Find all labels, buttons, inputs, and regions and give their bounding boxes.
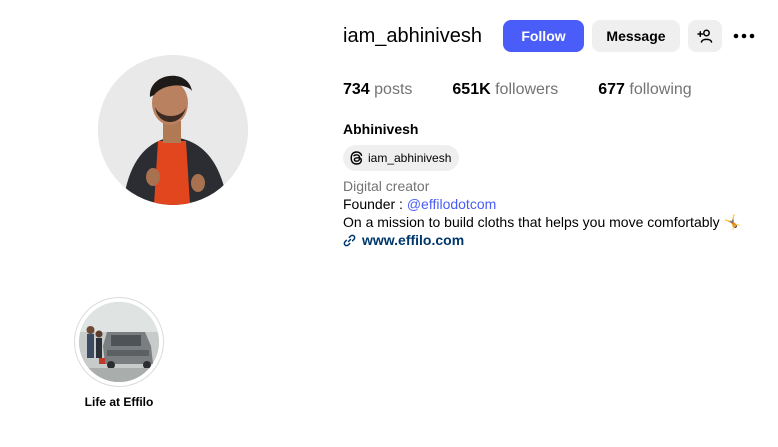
bio-mission: On a mission to build cloths that helps … — [343, 214, 741, 230]
following-label: following — [629, 81, 692, 98]
highlight-label: Life at Effilo — [84, 395, 154, 409]
following-stat[interactable]: 677 following — [598, 81, 691, 99]
person-add-icon — [697, 29, 713, 43]
add-user-button[interactable] — [687, 20, 722, 52]
profile-bio: Digital creator Founder : @effilodotcom … — [343, 177, 741, 249]
link-icon — [343, 234, 356, 246]
posts-stat: 734 posts — [343, 81, 412, 99]
following-count: 677 — [598, 81, 625, 98]
username: iam_abhinivesh — [343, 24, 482, 47]
threads-link[interactable]: iam_abhinivesh — [343, 145, 460, 171]
bio-founder-line: Founder : @effilodotcom — [343, 195, 741, 213]
website-link[interactable]: www.effilo.com — [343, 231, 741, 249]
story-highlight[interactable]: Life at Effilo — [74, 297, 164, 409]
more-horizontal-icon — [733, 33, 755, 39]
threads-handle: iam_abhinivesh — [368, 151, 452, 165]
highlight-cover — [79, 302, 159, 382]
website-url: www.effilo.com — [362, 232, 465, 248]
followers-count: 651K — [452, 81, 491, 98]
highlight-cover-image — [79, 302, 159, 382]
highlight-ring[interactable] — [74, 297, 164, 387]
profile-photo — [98, 55, 248, 205]
full-name: Abhinivesh — [343, 121, 419, 137]
profile-stats: 734 posts 651K followers 677 following — [343, 81, 732, 99]
bio-founder-prefix: Founder : — [343, 196, 407, 212]
follow-button[interactable]: Follow — [502, 20, 584, 52]
message-button[interactable]: Message — [591, 20, 680, 52]
followers-label: followers — [495, 81, 559, 98]
threads-icon — [350, 151, 363, 165]
category-label: Digital creator — [343, 178, 430, 194]
more-options-button[interactable] — [730, 20, 758, 52]
profile-avatar[interactable] — [98, 55, 248, 205]
posts-label: posts — [374, 81, 413, 98]
posts-count: 734 — [343, 81, 370, 98]
founder-mention-link[interactable]: @effilodotcom — [407, 196, 496, 212]
followers-stat[interactable]: 651K followers — [452, 81, 558, 99]
profile-header: iam_abhinivesh Follow Message — [343, 20, 758, 52]
